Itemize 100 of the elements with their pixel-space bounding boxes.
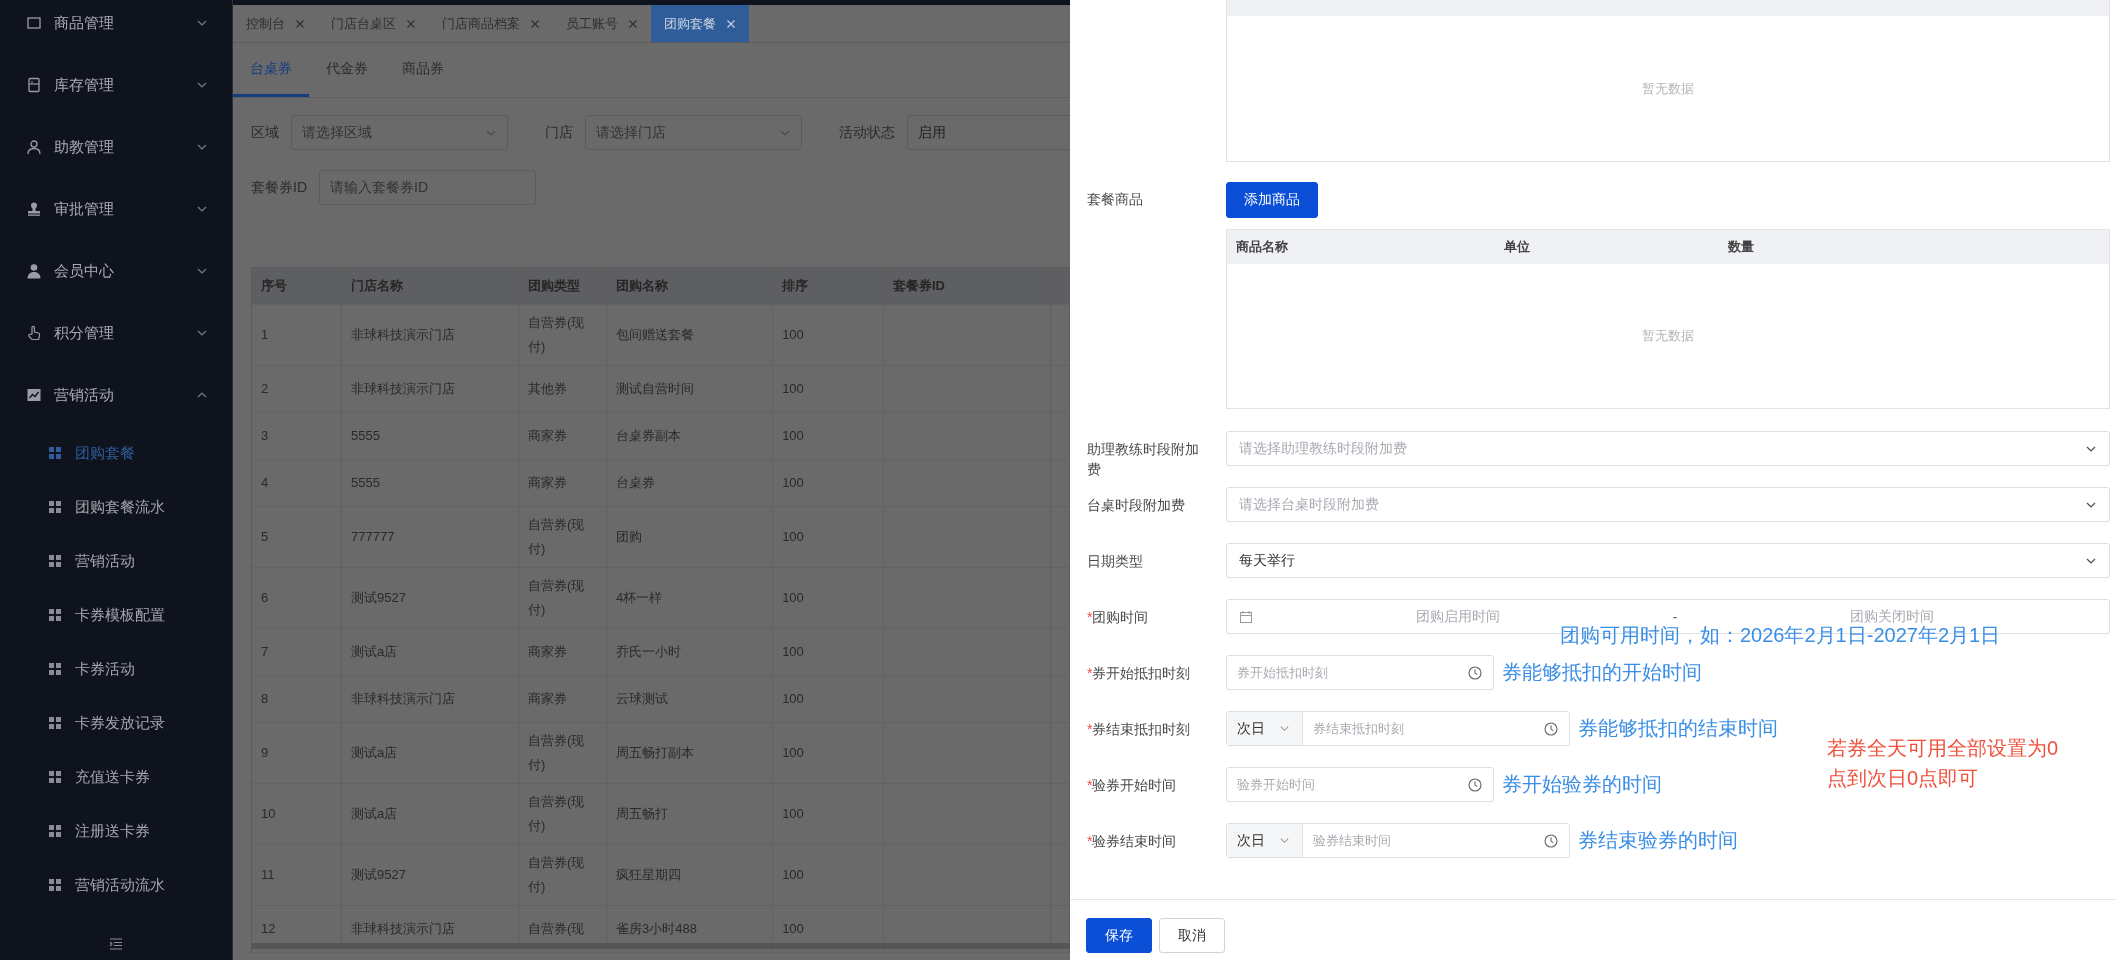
- column-header: 数量: [1727, 238, 1754, 256]
- menu-item[interactable]: 营销活动: [0, 364, 232, 426]
- table-cell: 777777: [342, 507, 519, 567]
- submenu-item[interactable]: 营销活动流水: [0, 858, 232, 912]
- submenu-item[interactable]: 卡券发放记录: [0, 696, 232, 750]
- filter-label: 活动状态: [839, 123, 895, 142]
- close-icon[interactable]: [295, 18, 305, 29]
- table-cell: 台桌券: [607, 460, 774, 506]
- day-select[interactable]: 次日: [1227, 824, 1303, 857]
- close-icon[interactable]: [406, 18, 416, 29]
- grid-icon: [49, 555, 61, 567]
- table-cell: 4: [252, 460, 343, 506]
- table-cell: 100: [773, 676, 884, 722]
- table-cell: 5: [252, 507, 343, 567]
- table-cell: 自营券(现付): [519, 507, 608, 567]
- chevron-down-icon: [1279, 723, 1290, 734]
- table-cell: 测试a店: [342, 784, 519, 844]
- hand-icon: [26, 325, 42, 341]
- column-header: 团购类型: [519, 268, 608, 304]
- table-cell: 100: [773, 460, 884, 506]
- table-cell: 其他券: [519, 366, 608, 412]
- select-field[interactable]: 每天举行: [1226, 543, 2110, 578]
- annotation-text: 券能够抵扣的开始时间: [1502, 660, 1702, 685]
- annotation-text: 券结束验券的时间: [1578, 828, 1738, 853]
- chart-icon: [26, 387, 42, 403]
- page-tab[interactable]: 团购套餐: [651, 5, 749, 42]
- table-cell: 100: [773, 723, 884, 783]
- clock-icon: [1544, 721, 1558, 736]
- grid-icon: [49, 663, 61, 675]
- field-label: *券结束抵扣时刻: [1087, 720, 1192, 739]
- column-header: 团购名称: [607, 268, 774, 304]
- day-select[interactable]: 次日: [1227, 712, 1303, 745]
- table-cell: 100: [773, 568, 884, 628]
- menu-item[interactable]: 会员中心: [0, 240, 232, 302]
- column-header: 排序: [773, 268, 884, 304]
- table-cell: 1: [252, 305, 343, 365]
- grid-icon: [49, 447, 61, 459]
- column-header: 单位: [1503, 238, 1531, 256]
- menu-item[interactable]: 商品管理: [0, 0, 232, 54]
- close-icon[interactable]: [628, 18, 638, 29]
- time-field[interactable]: 次日 验券结束时间: [1226, 823, 1570, 858]
- time-field[interactable]: 次日 券结束抵扣时刻: [1226, 711, 1570, 746]
- table-cell: 自营券(现付): [519, 845, 608, 905]
- field-label: *验券开始时间: [1087, 776, 1178, 795]
- table-cell: 8: [252, 676, 343, 722]
- menu-item[interactable]: 积分管理: [0, 302, 232, 364]
- scrollbar[interactable]: [251, 943, 1070, 949]
- column-header: 商品名称: [1235, 238, 1289, 256]
- field-label: 日期类型: [1087, 552, 1144, 571]
- submenu-item[interactable]: 充值送卡券: [0, 750, 232, 804]
- grid-icon: [49, 825, 61, 837]
- add-goods-button[interactable]: 添加商品: [1226, 182, 1318, 218]
- empty-text: 暂无数据: [1641, 327, 1695, 345]
- field-label: *团购时间: [1087, 608, 1150, 627]
- table-cell: 周五畅打: [607, 784, 774, 844]
- cabinet-icon: [26, 77, 42, 93]
- box-icon: [26, 15, 42, 31]
- submenu-item[interactable]: 团购套餐流水: [0, 480, 232, 534]
- table-cell: 周五畅打副本: [607, 723, 774, 783]
- column-header: 序号: [252, 268, 343, 304]
- close-icon[interactable]: [530, 18, 540, 29]
- field-label: *验券结束时间: [1087, 832, 1178, 851]
- table-cell: 自营券(现付): [519, 305, 608, 365]
- save-button[interactable]: 保存: [1086, 918, 1152, 953]
- cancel-button[interactable]: 取消: [1159, 918, 1225, 953]
- table-cell: 商家券: [519, 460, 608, 506]
- column-header: 门店名称: [342, 268, 519, 304]
- stamp-icon: [26, 201, 42, 217]
- table-cell: 云球测试: [607, 676, 774, 722]
- clock-icon: [1468, 777, 1482, 792]
- submenu-item[interactable]: 注册送卡券: [0, 804, 232, 858]
- submenu-item[interactable]: 营销活动: [0, 534, 232, 588]
- grid-icon: [49, 501, 61, 513]
- table-cell: 10: [252, 784, 343, 844]
- empty-text: 暂无数据: [1641, 79, 1695, 98]
- table-cell: 包间赠送套餐: [607, 305, 774, 365]
- chevron-down-icon: [1279, 835, 1290, 846]
- table-cell: 100: [773, 305, 884, 365]
- table-cell: 100: [773, 366, 884, 412]
- table-cell: 2: [252, 366, 343, 412]
- table-cell: 台桌券副本: [607, 413, 774, 459]
- table-cell: 11: [252, 845, 343, 905]
- table-cell: 100: [773, 784, 884, 844]
- table-cell: 团购: [607, 507, 774, 567]
- menu-item[interactable]: 库存管理: [0, 54, 232, 116]
- filter-label: 门店: [545, 123, 573, 142]
- submenu-item[interactable]: 卡券活动: [0, 642, 232, 696]
- grid-icon: [49, 609, 61, 621]
- table-cell: 商家券: [519, 629, 608, 675]
- submenu-item[interactable]: 卡券模板配置: [0, 588, 232, 642]
- filter-label: 区域: [251, 123, 279, 142]
- grid-icon: [49, 717, 61, 729]
- person-icon: [26, 139, 42, 155]
- calendar-icon: [1239, 609, 1253, 624]
- menu-item[interactable]: 审批管理: [0, 178, 232, 240]
- table-cell: 5555: [342, 460, 519, 506]
- table-cell: 9: [252, 723, 343, 783]
- menu-icon[interactable]: [109, 938, 123, 950]
- filter-label: 套餐券ID: [251, 178, 307, 197]
- menu-item[interactable]: 助教管理: [0, 116, 232, 178]
